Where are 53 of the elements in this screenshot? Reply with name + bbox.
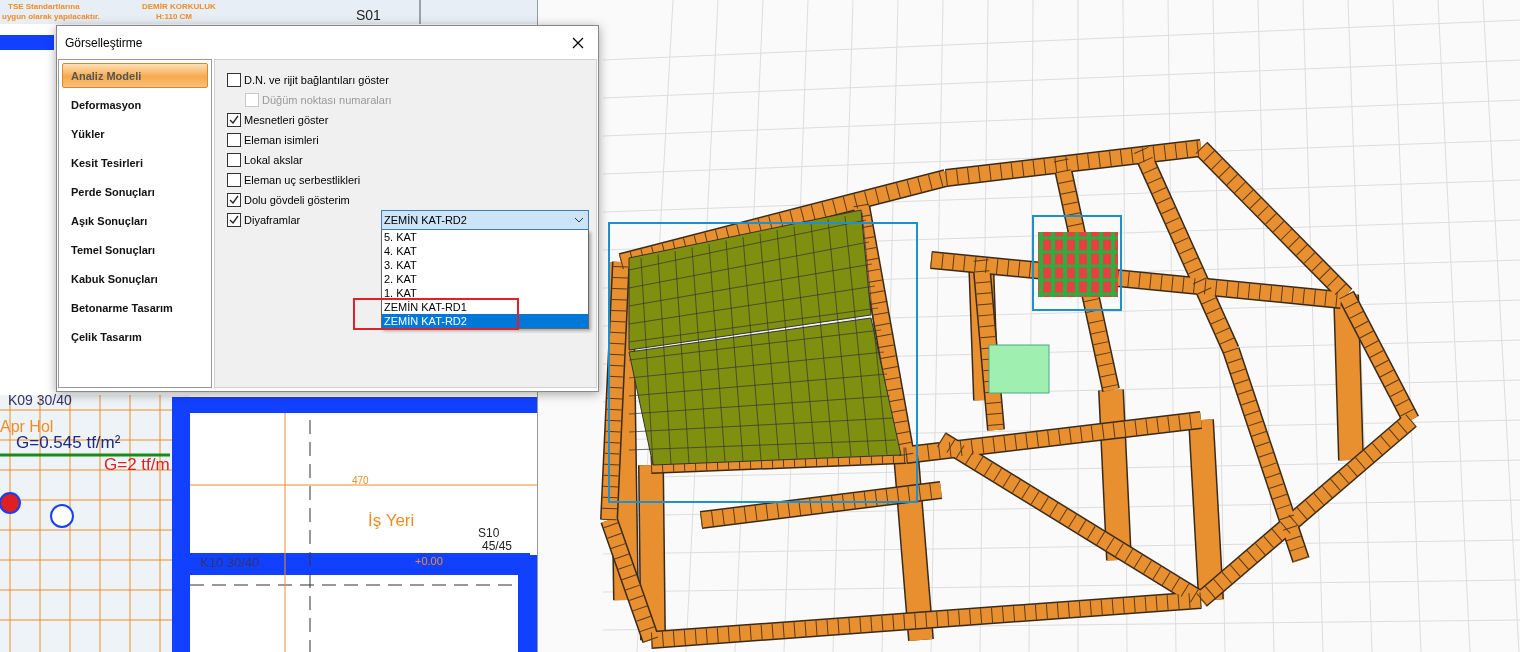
plan-label: TSE Standartlarına (8, 2, 80, 11)
checkbox[interactable] (227, 173, 241, 187)
option-label: Eleman isimleri (244, 134, 319, 146)
sidebar-item[interactable]: Yükler (62, 121, 208, 146)
dropdown-item[interactable]: 3. KAT (382, 258, 588, 272)
checkbox[interactable] (227, 153, 241, 167)
section-marker-icon (0, 492, 21, 514)
dropdown-item[interactable]: 1. KAT (382, 286, 588, 300)
plan-label: 45/45 (482, 539, 513, 553)
dropdown-item[interactable]: ZEMİN KAT-RD2 (382, 314, 588, 328)
sidebar-item[interactable]: Perde Sonuçları (62, 179, 208, 204)
plan-label: uygun olarak yapılacaktır. (2, 12, 100, 21)
plan-label: K09 30/40 (8, 392, 72, 408)
slab-mesh-drawing (988, 344, 1050, 394)
plan-label: S01 (356, 7, 381, 23)
checkbox[interactable] (227, 213, 241, 227)
dropdown-item[interactable]: 2. KAT (382, 272, 588, 286)
dropdown-item[interactable]: 5. KAT (382, 230, 588, 244)
option-label: D.N. ve rijit bağlantıları göster (244, 74, 389, 86)
plan-label: G=0.545 tf/m² (16, 433, 121, 452)
dropdown-item[interactable]: 4. KAT (382, 244, 588, 258)
checkbox[interactable] (227, 193, 241, 207)
plan-label: Apr Hol (0, 418, 54, 435)
option-label: Diyaframlar (244, 214, 301, 226)
floor-dropdown[interactable]: ZEMİN KAT-RD2 (381, 210, 589, 230)
wall (0, 35, 54, 50)
option-label: Lokal akslar (244, 154, 303, 166)
plan-label: S10 (478, 526, 500, 540)
plan-label: DEMİR KORKULUK (142, 2, 216, 11)
option-label: Düğüm noktası numaraları (262, 94, 392, 106)
option-label: Eleman uç serbestlikleri (244, 174, 361, 186)
plan-label: İş Yeri (368, 511, 415, 530)
chevron-down-icon (574, 217, 584, 223)
option-label: Mesnetleri göster (244, 114, 329, 126)
checkbox[interactable] (227, 113, 241, 127)
plan-label: 470 (352, 475, 369, 486)
checkbox[interactable] (227, 133, 241, 147)
checkbox[interactable] (227, 73, 241, 87)
sidebar-item[interactable]: Kabuk Sonuçları (62, 266, 208, 291)
sidebar-item[interactable]: Deformasyon (62, 92, 208, 117)
sidebar-item[interactable]: Betonarme Tasarım (62, 295, 208, 320)
option-label: Dolu gövdeli gösterim (244, 194, 350, 206)
close-icon (572, 36, 584, 49)
sidebar-item[interactable]: Çelik Tasarım (62, 324, 208, 349)
sidebar-item[interactable]: Temel Sonuçları (62, 237, 208, 262)
sidebar-item[interactable]: Kesit Tesirleri (62, 150, 208, 175)
plan-label: H:110 CM (156, 12, 192, 21)
plan-label: K10 30/40 (200, 555, 260, 570)
plan-label: +0.00 (415, 555, 443, 567)
dialog-title: Görselleştirme (65, 35, 143, 50)
sidebar-item[interactable]: Aşık Sonuçları (62, 208, 208, 233)
plan-label: G=2 tf/m (104, 455, 170, 474)
sidebar-item[interactable]: Analiz Modeli (62, 63, 208, 88)
